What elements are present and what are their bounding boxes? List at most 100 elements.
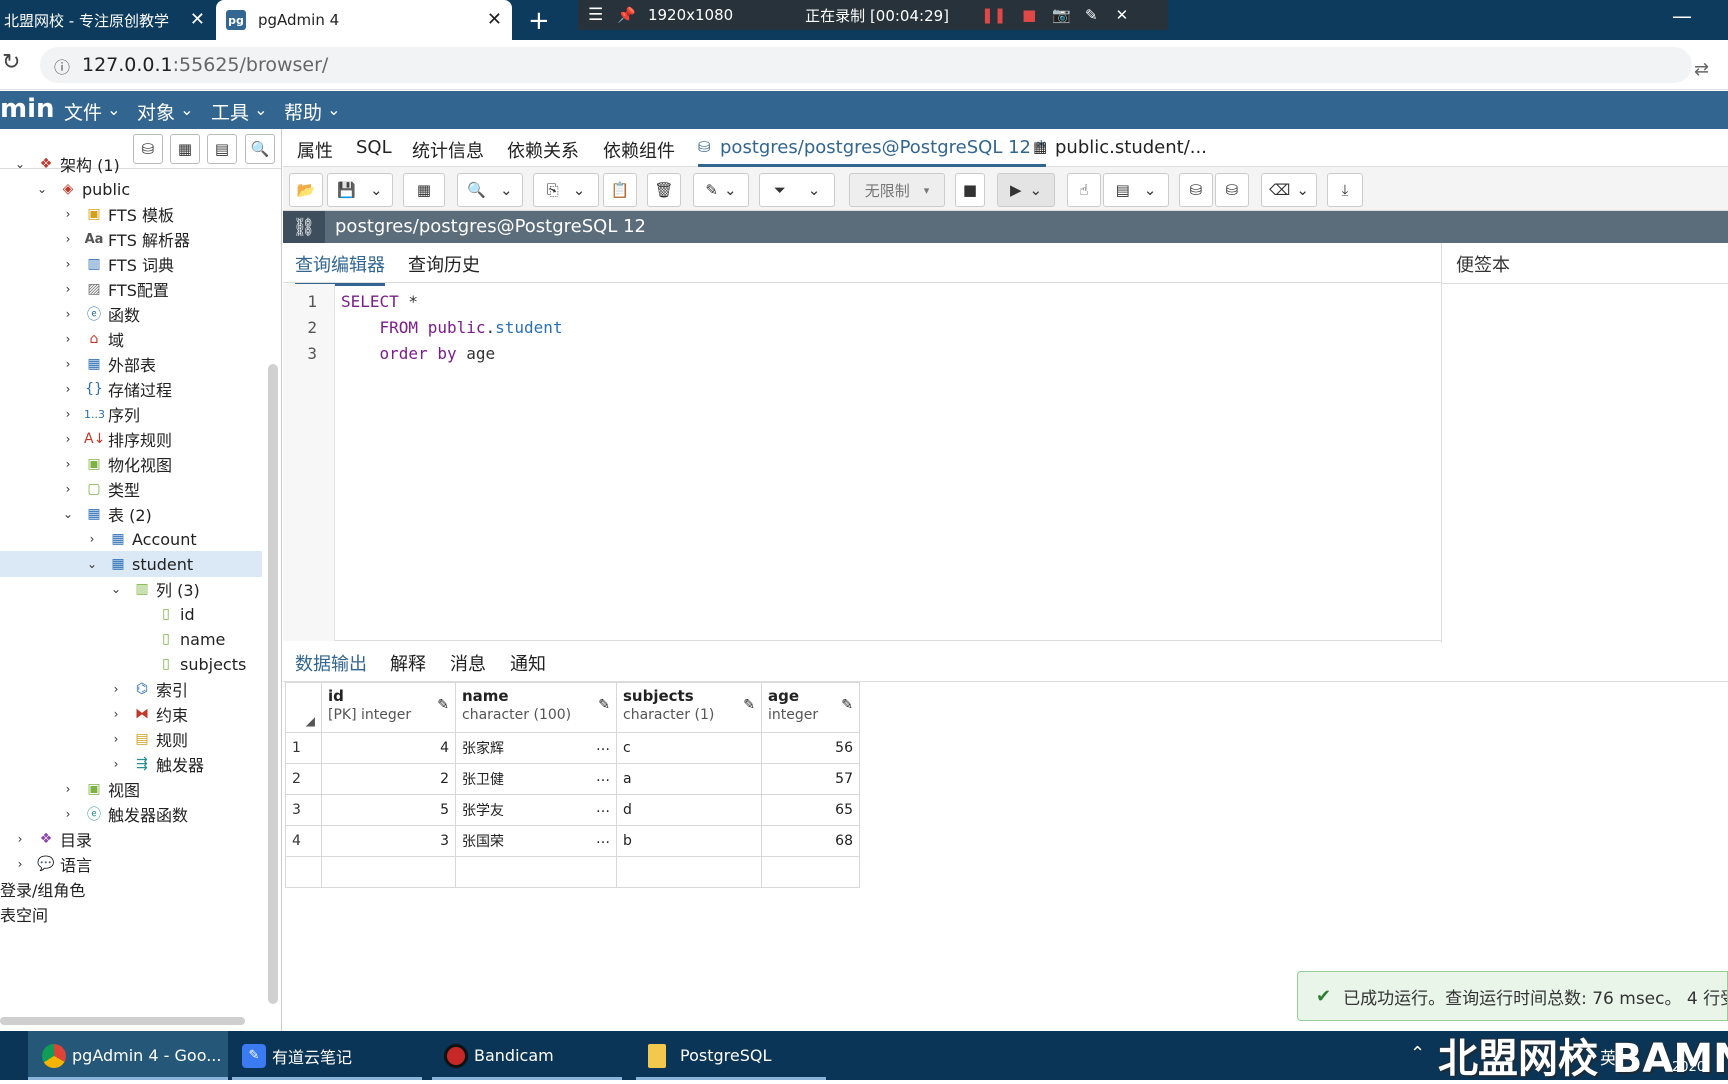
tab-properties[interactable]: 属性 — [297, 137, 333, 163]
tab-messages[interactable]: 消息 — [450, 650, 486, 676]
tab-query-history[interactable]: 查询历史 — [408, 251, 480, 277]
tree-node-column-id[interactable]: ▯ id — [156, 601, 194, 627]
tree-node-collations[interactable]: › A↓ 排序规则 — [60, 426, 172, 452]
chevron-right-icon[interactable]: › — [84, 532, 100, 546]
menu-object[interactable]: 对象 — [137, 98, 194, 125]
taskbar-item-bandicam[interactable]: Bandicam — [432, 1031, 622, 1080]
tree-node-columns[interactable]: ⌄ ▥ 列 (3) — [108, 576, 200, 602]
close-icon[interactable]: ✕ — [1116, 6, 1129, 24]
chevron-right-icon[interactable]: › — [60, 382, 76, 396]
chevron-right-icon[interactable]: › — [60, 457, 76, 471]
tree-node-constraints[interactable]: › ⧓ 约束 — [108, 701, 188, 727]
success-toast[interactable]: ✔ 已成功运行。查询运行时间总数: 76 msec。 4 行受 — [1297, 971, 1728, 1021]
chevron-right-icon[interactable]: › — [60, 407, 76, 421]
rollback-button[interactable]: ⛁ — [1215, 173, 1249, 207]
translate-icon[interactable]: ⇄ — [1694, 59, 1709, 80]
info-icon[interactable]: ⓘ — [54, 54, 70, 78]
close-icon[interactable]: ✕ — [190, 9, 205, 30]
column-header-id[interactable]: id [PK] integer ✎ — [321, 682, 456, 733]
close-icon[interactable]: ✕ — [487, 9, 502, 30]
tree-node-mviews[interactable]: › ▣ 物化视图 — [60, 451, 172, 477]
cell-empty[interactable] — [455, 856, 617, 888]
chevron-down-icon[interactable]: ⌄ — [808, 181, 821, 199]
link-icon[interactable]: ⛓ — [283, 211, 325, 243]
tab-explain[interactable]: 解释 — [390, 650, 426, 676]
cell-id[interactable]: 2 — [321, 763, 456, 795]
row-number[interactable]: 3 — [285, 794, 322, 826]
chevron-right-icon[interactable]: › — [60, 282, 76, 296]
tab-data-output[interactable]: 数据输出 — [295, 650, 367, 685]
tree-node-column-subjects[interactable]: ▯ subjects — [156, 651, 246, 677]
filtered-rows-button[interactable]: ▤ — [207, 134, 237, 164]
stop-icon[interactable]: ■ — [1022, 6, 1036, 24]
chevron-right-icon[interactable]: › — [12, 832, 28, 846]
delete-button[interactable]: 🗑 — [647, 173, 681, 207]
row-number[interactable]: 1 — [285, 732, 322, 764]
tree-node-tables[interactable]: ⌄ ▦ 表 (2) — [60, 501, 152, 527]
taskbar-item-postgresql[interactable]: PostgreSQL — [636, 1031, 826, 1080]
cancel-query-button[interactable]: ■ — [955, 173, 985, 207]
reload-icon[interactable]: ↻ — [2, 50, 20, 75]
menu-icon[interactable]: ☰ — [588, 5, 603, 25]
filter-button[interactable]: ⏷ ⌄ — [759, 173, 835, 207]
pause-icon[interactable]: ❚❚ — [981, 6, 1006, 24]
tree-node-views[interactable]: › ▣ 视图 — [60, 776, 140, 802]
cell-name[interactable]: 张学友… — [455, 794, 617, 826]
tree-node-languages[interactable]: › 💬 语言 — [12, 851, 92, 877]
cell-age[interactable]: 56 — [761, 732, 860, 764]
tab-dependencies[interactable]: 依赖关系 — [507, 137, 579, 163]
row-limit-select[interactable]: 无限制 ▾ — [849, 173, 945, 207]
tab-dependents[interactable]: 依赖组件 — [603, 137, 675, 163]
chevron-right-icon[interactable]: › — [108, 757, 124, 771]
chevron-right-icon[interactable]: › — [108, 682, 124, 696]
chevron-right-icon[interactable]: › — [60, 782, 76, 796]
table-row-empty[interactable] — [285, 856, 860, 888]
chevron-right-icon[interactable]: › — [60, 432, 76, 446]
tree-node-student[interactable]: ⌄ ▦ student — [0, 551, 262, 577]
chevron-right-icon[interactable]: › — [60, 482, 76, 496]
clear-button[interactable]: ⌫ ⌄ — [1261, 173, 1317, 207]
chevron-right-icon[interactable]: › — [60, 307, 76, 321]
chevron-down-icon[interactable]: ⌄ — [500, 181, 513, 199]
cell-age[interactable]: 68 — [761, 825, 860, 857]
tab-query-tool[interactable]: ⛁ postgres/postgres@PostgreSQL 12 * — [698, 137, 1046, 167]
tree-node-trigger-functions[interactable]: › ⓔ 触发器函数 — [60, 801, 188, 827]
chevron-down-icon[interactable]: ⌄ — [12, 157, 28, 171]
tree-node-triggers[interactable]: › ⇶ 触发器 — [108, 751, 204, 777]
tree-scrollbar[interactable] — [268, 364, 278, 1004]
explain-button[interactable]: ☝ — [1067, 173, 1101, 207]
copy-button[interactable]: ⎘ ⌄ — [533, 173, 599, 207]
menu-file[interactable]: 文件 — [64, 98, 121, 125]
taskbar-item-chrome[interactable]: pgAdmin 4 - Goo... — [28, 1031, 228, 1080]
chevron-down-icon[interactable]: ⌄ — [34, 182, 50, 196]
pin-icon[interactable]: 📌 — [617, 6, 636, 24]
tree-horizontal-scrollbar[interactable] — [0, 1017, 245, 1025]
chevron-right-icon[interactable]: › — [60, 232, 76, 246]
paste-button[interactable]: 📋 — [603, 173, 637, 207]
cell-subjects[interactable]: a — [616, 763, 762, 795]
find-button[interactable]: 🔍 ⌄ — [457, 173, 523, 207]
table-row[interactable]: 1 4 张家辉… c 56 — [285, 732, 860, 764]
url-input[interactable]: ⓘ 127.0.0.1:55625/browser/ ⇄ ☆ — [40, 47, 1709, 83]
commit-button[interactable]: ⛁ — [1179, 173, 1213, 207]
table-row[interactable]: 4 3 张国荣… b 68 — [285, 825, 860, 857]
chevron-right-icon[interactable]: › — [12, 857, 28, 871]
chevron-down-icon[interactable]: ⌄ — [108, 582, 124, 596]
taskbar-clock[interactable]: 2020/ — [1672, 1060, 1709, 1075]
cell-name[interactable]: 张家辉… — [455, 732, 617, 764]
browser-tab-pgadmin[interactable]: pg pgAdmin 4 ✕ — [216, 0, 512, 40]
cell-name[interactable]: 张国荣… — [455, 825, 617, 857]
execute-button[interactable]: ▶ ⌄ — [997, 173, 1055, 207]
minimize-icon[interactable]: — — [1672, 4, 1692, 28]
tab-view-data[interactable]: ▦ public.student/... — [1033, 137, 1207, 158]
tree-node-indexes[interactable]: › ⌬ 索引 — [108, 676, 188, 702]
tree-node-types[interactable]: › ▢ 类型 — [60, 476, 140, 502]
tree-node-domains[interactable]: › ⌂ 域 — [60, 326, 124, 352]
cell-name[interactable]: 张卫健… — [455, 763, 617, 795]
table-row[interactable]: 2 2 张卫健… a 57 — [285, 763, 860, 795]
query-tool-button[interactable]: ⛁ — [133, 134, 163, 164]
new-tab-button[interactable]: + — [528, 6, 550, 36]
chevron-right-icon[interactable]: › — [60, 207, 76, 221]
tree-node-login-roles[interactable]: 登录/组角色 — [0, 876, 85, 902]
download-button[interactable]: ⤓ — [1327, 173, 1363, 207]
